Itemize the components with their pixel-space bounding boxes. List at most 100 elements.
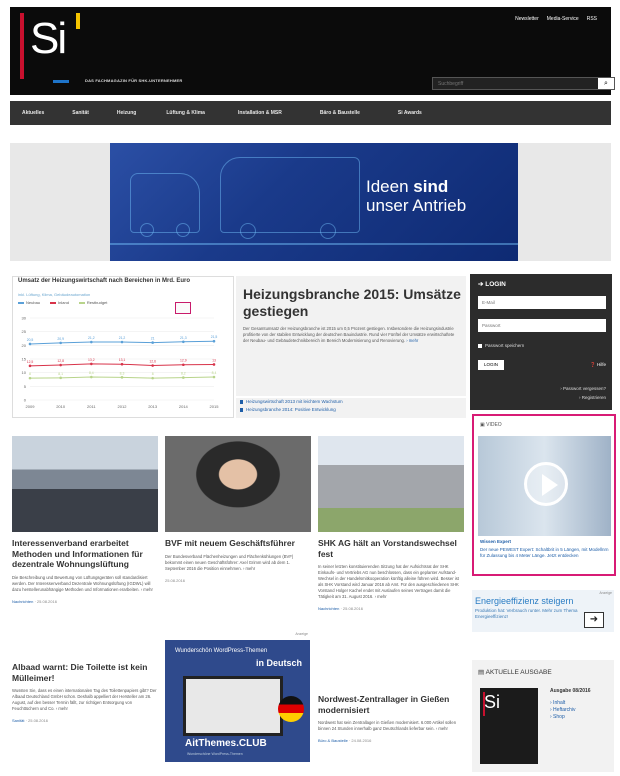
data-label: 21,2: [88, 336, 95, 340]
issue-cover-image[interactable]: Si: [480, 688, 538, 764]
nav-item-aktuelles[interactable]: Aktuelles: [22, 110, 44, 116]
forgot-password-link[interactable]: › Passwort vergessen?: [560, 386, 606, 391]
register-link[interactable]: › Registrieren: [579, 395, 606, 400]
featured-article: Heizungsbranche 2015: Umsätze gestiegen …: [236, 276, 466, 396]
related-link-1[interactable]: Heizungswirtschaft 2013 mit leichtem Wac…: [236, 398, 466, 406]
magazine-icon: ▤: [478, 669, 485, 676]
data-point: [90, 375, 93, 379]
featured-more-link[interactable]: › mehr: [406, 338, 418, 343]
play-icon[interactable]: [524, 462, 568, 506]
rss-link[interactable]: RSS: [587, 16, 597, 22]
data-point: [28, 364, 32, 368]
data-label: 20,9: [57, 337, 64, 341]
ad-line-1: Wunderschön WordPress-Themen: [175, 648, 268, 654]
article-card-2: BVF mit neuem Geschäftsführer Der Bundes…: [165, 436, 311, 583]
data-label: 12,9: [180, 359, 187, 363]
article-title-5[interactable]: Nordwest-Zentrallager in Gießen modernis…: [318, 694, 464, 715]
article-title-3[interactable]: SHK AG hält an Vorstandswechsel fest: [318, 538, 464, 559]
article-meta-5: Büro & Baustelle · 24.08.2016: [318, 738, 372, 743]
nav-item-baero[interactable]: Bäro & Baustelle: [320, 110, 360, 116]
nav-item-heizung[interactable]: Heizung: [117, 110, 136, 116]
data-label: 21,2: [119, 336, 126, 340]
related-links: Heizungswirtschaft 2013 mit leichtem Wac…: [236, 398, 466, 418]
data-point: [28, 342, 32, 346]
y-tick-label: 10: [22, 370, 27, 375]
chart-title: Umsatz der Heizungswirtschaft nach Berei…: [18, 278, 191, 284]
y-tick-label: 25: [22, 329, 27, 334]
featured-article-title[interactable]: Heizungsbranche 2015: Umsätze gestiegen: [243, 286, 461, 320]
x-tick-label: 2009: [26, 404, 36, 409]
issue-link-inhalt[interactable]: › Inhalt: [550, 700, 576, 707]
issue-link-shop[interactable]: › Shop: [550, 714, 576, 721]
ad-label: Anzeige: [599, 591, 612, 595]
ad-label: Anzeige: [295, 632, 308, 636]
article-image-3[interactable]: [318, 436, 464, 532]
data-point: [90, 340, 93, 344]
ad-logo: AitThemes.CLUB: [185, 738, 267, 749]
data-point: [212, 375, 216, 379]
help-link[interactable]: ❓ Hilfe: [590, 362, 606, 368]
data-point: [212, 339, 216, 343]
password-field[interactable]: [478, 319, 606, 332]
current-issue-heading: ▤ AKTUELLE AUSGABE: [478, 669, 552, 676]
search-input[interactable]: [433, 78, 598, 89]
nav-item-si-awards[interactable]: Si Awards: [398, 110, 422, 116]
data-label: 13,2: [88, 358, 95, 362]
article-title-1[interactable]: Interessenverband erarbeitet Methoden un…: [12, 538, 158, 570]
data-label: 13: [212, 358, 216, 362]
article-image-2[interactable]: [165, 436, 311, 532]
ad-subline: Wunderschöne WordPress-Themen: [187, 752, 243, 756]
x-tick-label: 2010: [56, 404, 66, 409]
article-meta-3: Nachrichten · 25.08.2016: [318, 606, 363, 611]
nav-item-lueftung[interactable]: Lüftung & Klima: [166, 110, 205, 116]
media-service-link[interactable]: Media-Service: [547, 16, 579, 22]
data-label: 20,5: [27, 338, 34, 342]
remember-checkbox[interactable]: [478, 344, 482, 348]
top-links: Newsletter Media-Service RSS: [515, 16, 597, 22]
article-card-1: Interessenverband erarbeitet Methoden un…: [12, 436, 158, 604]
legend-item-inland: Inland: [50, 300, 69, 305]
data-point: [120, 362, 124, 366]
data-point: [151, 376, 154, 380]
data-label: 21,5: [211, 335, 218, 339]
article-image-1[interactable]: [12, 436, 158, 532]
data-label: 8: [29, 372, 31, 376]
video-thumbnail[interactable]: [478, 436, 611, 536]
video-caption[interactable]: Wissen Expert: [480, 539, 511, 544]
data-point: [212, 363, 216, 366]
data-label: 21: [151, 337, 155, 341]
banner-ad[interactable]: Ideen sind unser Antrieb: [110, 143, 518, 261]
newsletter-link[interactable]: Newsletter: [515, 16, 539, 22]
data-point: [59, 363, 62, 367]
issue-link-heftarchiv[interactable]: › Heftarchiv: [550, 707, 576, 714]
article-title-4[interactable]: Albaad warnt: Die Toilette ist kein Müll…: [12, 662, 158, 683]
data-point: [28, 376, 32, 380]
login-button[interactable]: LOGIN: [478, 360, 504, 370]
data-point: [182, 376, 185, 379]
data-point: [151, 341, 154, 344]
search-icon[interactable]: ⌕: [598, 78, 614, 89]
email-field[interactable]: [478, 296, 606, 309]
y-tick-label: 20: [22, 343, 27, 348]
ad-screenshot: [183, 676, 283, 736]
related-link-2[interactable]: Heizungsbranche 2014: Positive Entwicklu…: [236, 406, 466, 414]
login-title: ➔ LOGIN: [478, 281, 506, 288]
data-label: 12,8: [57, 359, 64, 363]
video-text[interactable]: Der neue PEWEST Expert: Schaltbrit in 5 …: [480, 547, 610, 559]
issue-links: › Inhalt › Heftarchiv › Shop: [550, 700, 576, 721]
article-text-1: Die Beschreibung und Bewertung von Lüftu…: [12, 574, 153, 592]
line-chart: 0510152025302009 2010 2011 2012 2013 2014 2015…: [22, 316, 220, 410]
data-label: 8,2: [181, 372, 186, 376]
video-teaser: ▣ VIDEO Wissen Expert Der neue PEWEST Ex…: [472, 414, 616, 576]
article-title-2[interactable]: BVF mit neuem Geschäftsführer: [165, 538, 311, 549]
nav-item-installation[interactable]: Installation & MSR: [238, 110, 282, 116]
current-issue-box: ▤ AKTUELLE AUSGABE Si Ausgabe 08/2016 › …: [472, 660, 614, 772]
arrow-right-icon[interactable]: ➜: [584, 612, 604, 628]
energy-ad[interactable]: Anzeige Energieeffizienz steigern Produk…: [472, 590, 614, 632]
remember-label: Passwort speichern: [485, 343, 525, 348]
site-logo[interactable]: Si: [30, 14, 67, 64]
nav-item-sanitaet[interactable]: Sanität: [72, 110, 89, 116]
issue-title: Ausgabe 08/2016: [550, 688, 591, 694]
wordpress-ad[interactable]: Anzeige Wunderschön WordPress-Themen in …: [165, 632, 310, 762]
article-meta-4: Sanität · 25.08.2016: [12, 718, 49, 723]
